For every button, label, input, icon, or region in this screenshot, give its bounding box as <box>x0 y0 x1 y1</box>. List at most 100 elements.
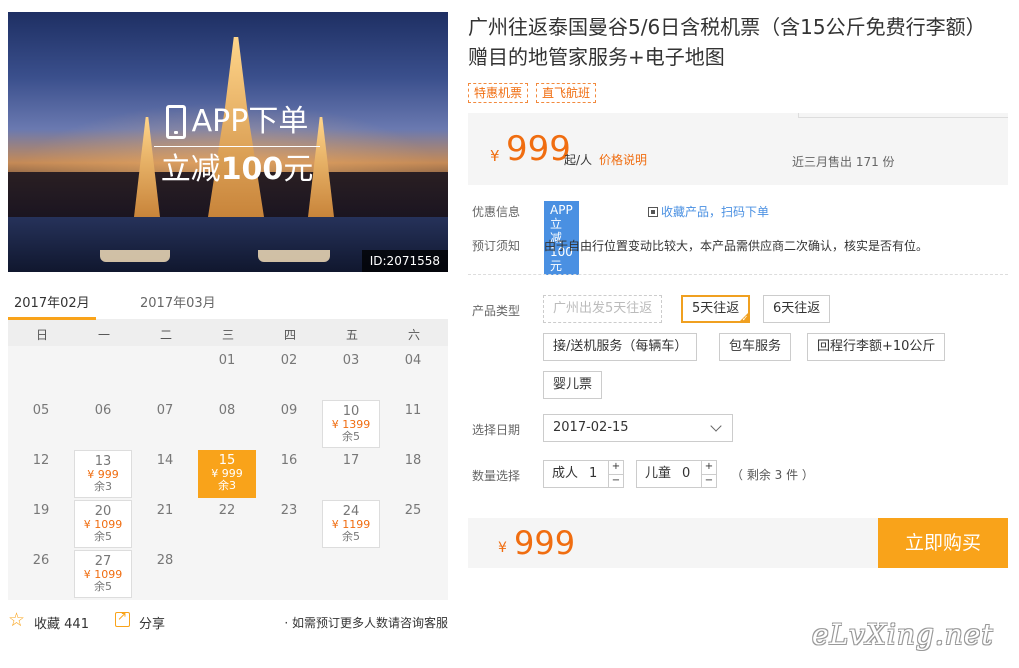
overlay-line2-amount: 100 <box>220 152 284 187</box>
day-number: 18 <box>404 453 422 468</box>
product-id-badge: ID:2071558 <box>361 250 448 272</box>
calendar-day: 03 <box>322 350 380 398</box>
day-number: 03 <box>342 353 360 368</box>
day-number: 06 <box>94 403 112 418</box>
adult-minus-button[interactable]: − <box>609 474 623 487</box>
notice-text: 由于自由行位置变动比较大，本产品需供应商二次确认，核实是否有位。 <box>544 239 929 253</box>
price-unit: 起/人 <box>564 153 593 167</box>
adult-count: 1 <box>589 466 598 481</box>
calendar-day-available[interactable]: 24 ¥ 1199 余5 <box>322 500 380 548</box>
day-number: 26 <box>32 553 50 568</box>
child-stepper-buttons: + − <box>701 461 716 487</box>
price-explain-link[interactable]: 价格说明 <box>599 151 647 168</box>
day-number: 25 <box>404 503 422 518</box>
calendar-day: 21 <box>136 500 194 548</box>
buy-bar: ¥ 999 <box>468 518 878 568</box>
option-6day-roundtrip[interactable]: 6天往返 <box>763 295 831 323</box>
child-stepper[interactable]: 儿童 0 + − <box>636 460 717 488</box>
overlay-line2-prefix: 立减 <box>160 152 221 187</box>
qr-code-icon <box>648 206 658 217</box>
app-discount-overlay: APP下单 立减100元 <box>154 104 320 187</box>
adult-stepper[interactable]: 成人 1 + − <box>543 460 624 488</box>
calendar-day-available[interactable]: 10 ¥ 1399 余5 <box>322 400 380 448</box>
calendar-day-available[interactable]: 27 ¥ 1099 余5 <box>74 550 132 598</box>
hero-boat-left <box>100 250 170 262</box>
tab-2017-02[interactable]: 2017年02月 <box>8 292 96 320</box>
total-price: 999 <box>514 524 576 562</box>
day-number: 12 <box>32 453 50 468</box>
tag-special-ticket: 特惠机票 <box>468 83 529 103</box>
calendar-day: 12 <box>12 450 70 498</box>
calendar-grid: 日 一 二 三 四 五 六 01 02 03 04 05 06 07 08 09 10 ¥ 1399… <box>8 320 448 600</box>
day-remaining: 余3 <box>94 480 112 493</box>
calendar-day: 16 <box>260 450 318 498</box>
calendar-day: 07 <box>136 400 194 448</box>
day-number: 11 <box>404 403 422 418</box>
calendar-day-selected[interactable]: 15 ¥ 999 余3 <box>198 450 256 498</box>
product-tags: 特惠机票 直飞航班 <box>468 83 597 103</box>
child-count: 0 <box>682 466 691 481</box>
day-number: 13 <box>94 454 112 469</box>
calendar-day: 09 <box>260 400 318 448</box>
adult-plus-button[interactable]: + <box>609 461 623 474</box>
adult-label: 成人 <box>552 466 579 481</box>
phone-icon <box>165 105 186 139</box>
calendar-day-available[interactable]: 13 ¥ 999 余3 <box>74 450 132 498</box>
calendar-day: 17 <box>322 450 380 498</box>
weekday-sat: 六 <box>407 328 420 342</box>
tab-2017-03[interactable]: 2017年03月 <box>140 292 216 320</box>
calendar-day: 11 <box>384 400 442 448</box>
date-select-label: 选择日期 <box>472 423 521 437</box>
day-number: 21 <box>156 503 174 518</box>
buy-now-button[interactable]: 立即购买 <box>878 518 1008 568</box>
consult-service-link[interactable]: · 如需预订更多人数请咨询客服 <box>284 614 448 631</box>
check-icon: ✓ <box>741 314 749 323</box>
day-number: 04 <box>404 353 422 368</box>
price-value: 999 <box>506 129 571 169</box>
tag-direct-flight: 直飞航班 <box>536 83 597 103</box>
weekday-tue: 二 <box>159 328 172 342</box>
collect-product-link[interactable]: 收藏产品，扫码下单 <box>648 203 769 220</box>
day-number: 07 <box>156 403 174 418</box>
calendar-day: 04 <box>384 350 442 398</box>
star-icon[interactable]: ☆ <box>8 610 25 630</box>
calendar-day: 22 <box>198 500 256 548</box>
product-title: 广州往返泰国曼谷5/6日含税机票（含15公斤免费行李额）赠目的地管家服务+电子地… <box>468 15 986 69</box>
favorite-count: 441 <box>64 617 89 632</box>
addon-return-luggage[interactable]: 回程行李额+10公斤 <box>807 333 946 361</box>
day-remaining: 余5 <box>94 580 112 593</box>
option-gz-5day[interactable]: 广州出发5天往返 <box>543 295 663 323</box>
day-number: 05 <box>32 403 50 418</box>
calendar-day: 18 <box>384 450 442 498</box>
addon-infant-ticket[interactable]: 婴儿票 <box>543 371 603 399</box>
hero-boat-right <box>258 250 330 262</box>
calendar-day: 25 <box>384 500 442 548</box>
day-remaining: 余5 <box>342 430 360 443</box>
addon-charter-car[interactable]: 包车服务 <box>719 333 792 361</box>
calendar-day: 26 <box>12 550 70 598</box>
favorite-button[interactable]: 收藏 441 <box>34 613 89 632</box>
share-icon[interactable] <box>115 609 130 627</box>
calendar-day: 28 <box>136 550 194 598</box>
day-remaining: 余5 <box>94 530 112 543</box>
day-number: 17 <box>342 453 360 468</box>
day-number: 16 <box>280 453 298 468</box>
date-dropdown[interactable]: 2017-02-15 <box>543 414 733 442</box>
product-hero-image: APP下单 立减100元 ID:2071558 <box>8 12 448 272</box>
share-button[interactable]: 分享 <box>139 613 165 632</box>
overlay-divider <box>154 146 320 147</box>
footer-actions: ☆ 收藏 441 分享 · 如需预订更多人数请咨询客服 <box>8 609 448 634</box>
weekday-sun: 日 <box>35 328 48 342</box>
child-minus-button[interactable]: − <box>702 474 716 487</box>
calendar-day-available[interactable]: 20 ¥ 1099 余5 <box>74 500 132 548</box>
adult-stepper-buttons: + − <box>608 461 623 487</box>
day-number: 02 <box>280 353 298 368</box>
addon-airport-transfer[interactable]: 接/送机服务（每辆车） <box>543 333 698 361</box>
calendar-month-tabs: 2017年02月 2017年03月 <box>8 288 448 320</box>
option-5day-roundtrip[interactable]: 5天往返 ✓ <box>681 295 751 323</box>
total-currency: ¥ <box>498 540 507 556</box>
day-number: 28 <box>156 553 174 568</box>
weekday-fri: 五 <box>345 328 358 342</box>
child-plus-button[interactable]: + <box>702 461 716 474</box>
remaining-stock: （ 剩余 3 件 ） <box>731 468 814 482</box>
